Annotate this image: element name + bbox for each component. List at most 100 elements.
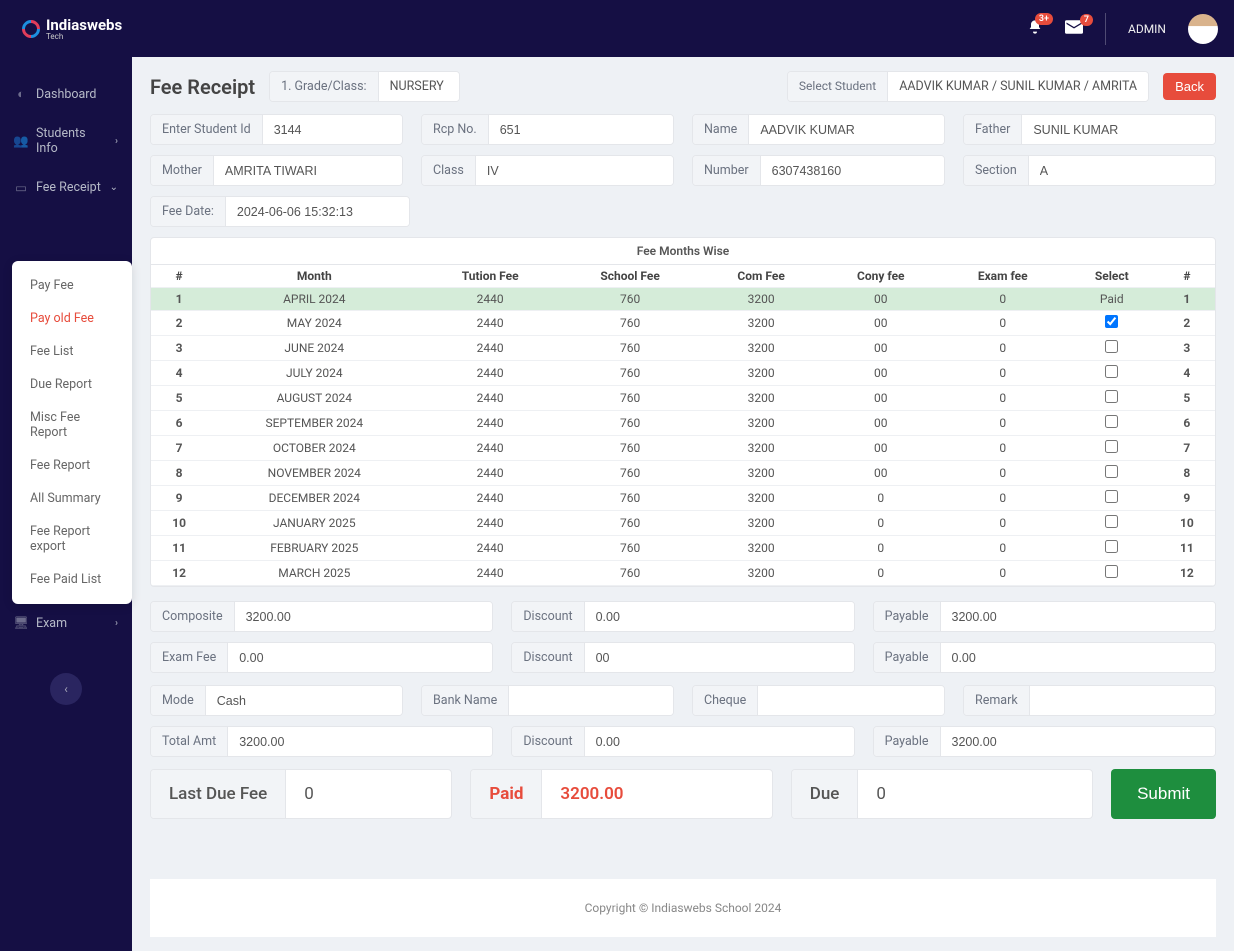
father-input[interactable] xyxy=(1022,115,1215,144)
month-select-checkbox[interactable] xyxy=(1105,315,1118,328)
payable3-label: Payable xyxy=(874,727,941,756)
submenu-fee-list[interactable]: Fee List xyxy=(12,335,132,368)
submenu-misc-fee-report[interactable]: Misc Fee Report xyxy=(12,401,132,449)
table-row: 4JULY 2024244076032000004 xyxy=(151,361,1215,386)
paid-label: Paid xyxy=(471,770,542,818)
number-input[interactable] xyxy=(761,156,944,185)
section-label: Section xyxy=(964,156,1029,185)
total-input[interactable] xyxy=(228,727,492,756)
fee-receipt-submenu: Pay Fee Pay old Fee Fee List Due Report … xyxy=(12,261,132,604)
month-select-checkbox[interactable] xyxy=(1105,490,1118,503)
grade-class-field: 1. Grade/Class: NURSERY xyxy=(269,71,459,102)
select-student-value[interactable]: AADVIK KUMAR / SUNIL KUMAR / AMRITA xyxy=(888,72,1148,101)
logo[interactable]: Indiaswebs Tech xyxy=(16,16,128,41)
month-select-checkbox[interactable] xyxy=(1105,390,1118,403)
nav-fee-receipt[interactable]: ▭ Fee Receipt ⌄ xyxy=(0,168,132,207)
paid-field: Paid 3200.00 xyxy=(470,769,772,819)
table-title: Fee Months Wise xyxy=(151,238,1215,265)
table-header: # xyxy=(151,265,207,288)
submenu-due-report[interactable]: Due Report xyxy=(12,368,132,401)
month-select-checkbox[interactable] xyxy=(1105,365,1118,378)
month-select-checkbox[interactable] xyxy=(1105,415,1118,428)
month-select-checkbox[interactable] xyxy=(1105,465,1118,478)
submenu-fee-paid-list[interactable]: Fee Paid List xyxy=(12,563,132,596)
payable1-input[interactable] xyxy=(941,602,1216,631)
class-label: Class xyxy=(422,156,476,185)
bank-input[interactable] xyxy=(509,686,673,715)
rcp-input[interactable] xyxy=(489,115,673,144)
mode-input[interactable] xyxy=(206,686,402,715)
nav-students-info[interactable]: 👥 Students Info › xyxy=(0,114,132,168)
table-row: 9DECEMBER 202424407603200009 xyxy=(151,486,1215,511)
last-due-field: Last Due Fee 0 xyxy=(150,769,452,819)
submenu-pay-fee[interactable]: Pay Fee xyxy=(12,269,132,302)
due-label: Due xyxy=(792,770,859,818)
submenu-fee-report[interactable]: Fee Report xyxy=(12,449,132,482)
select-student-field: Select Student AADVIK KUMAR / SUNIL KUMA… xyxy=(787,71,1149,102)
submenu-all-summary[interactable]: All Summary xyxy=(12,482,132,515)
name-input[interactable] xyxy=(749,115,944,144)
table-row: 11FEBRUARY 2025244076032000011 xyxy=(151,536,1215,561)
total-label: Total Amt xyxy=(151,727,228,756)
table-row: 5AUGUST 2024244076032000005 xyxy=(151,386,1215,411)
fee-date-input[interactable] xyxy=(226,197,409,226)
mode-label: Mode xyxy=(151,686,206,715)
chevron-down-icon: ⌄ xyxy=(110,182,118,193)
name-label: Name xyxy=(693,115,749,144)
last-due-label: Last Due Fee xyxy=(151,770,286,818)
discount2-label: Discount xyxy=(512,643,584,672)
submit-button[interactable]: Submit xyxy=(1111,769,1216,819)
nav-label: Fee Receipt xyxy=(36,180,101,195)
month-select-checkbox[interactable] xyxy=(1105,565,1118,578)
users-icon: 👥 xyxy=(14,134,28,148)
sidebar: ◐ Dashboard 👥 Students Info › ▭ Fee Rece… xyxy=(0,57,132,951)
payable3-input[interactable] xyxy=(941,727,1216,756)
back-button[interactable]: Back xyxy=(1163,73,1216,100)
page-title: Fee Receipt xyxy=(150,75,255,99)
last-due-value: 0 xyxy=(286,770,451,818)
grade-value[interactable]: NURSERY xyxy=(379,72,459,101)
grade-label: 1. Grade/Class: xyxy=(270,72,378,101)
nav-dashboard[interactable]: ◐ Dashboard xyxy=(0,75,132,114)
month-select-checkbox[interactable] xyxy=(1105,440,1118,453)
discount3-input[interactable] xyxy=(585,727,854,756)
mail-button[interactable]: 7 xyxy=(1065,20,1083,38)
month-select-checkbox[interactable] xyxy=(1105,540,1118,553)
avatar[interactable] xyxy=(1188,14,1218,44)
table-row: 3JUNE 2024244076032000003 xyxy=(151,336,1215,361)
cheque-input[interactable] xyxy=(758,686,944,715)
footer: Copyright © Indiaswebs School 2024 xyxy=(150,879,1216,937)
table-row: 12MARCH 2025244076032000012 xyxy=(151,561,1215,586)
submenu-fee-report-export[interactable]: Fee Report export xyxy=(12,515,132,563)
month-select-checkbox[interactable] xyxy=(1105,515,1118,528)
nav-exam[interactable]: 🖥 Exam › xyxy=(0,604,132,643)
number-label: Number xyxy=(693,156,761,185)
exam-input[interactable] xyxy=(228,643,492,672)
submenu-pay-old-fee[interactable]: Pay old Fee xyxy=(12,302,132,335)
payable2-input[interactable] xyxy=(941,643,1216,672)
exam-label: Exam Fee xyxy=(151,643,228,672)
section-input[interactable] xyxy=(1029,156,1215,185)
collapse-sidebar-button[interactable]: ‹ xyxy=(50,673,82,705)
composite-input[interactable] xyxy=(235,602,493,631)
table-header: Cony fee xyxy=(821,265,941,288)
notifications-button[interactable]: 3+ xyxy=(1027,19,1043,39)
main-content: Fee Receipt 1. Grade/Class: NURSERY Sele… xyxy=(132,57,1234,951)
discount1-input[interactable] xyxy=(585,602,854,631)
student-id-input[interactable] xyxy=(263,115,402,144)
class-input[interactable] xyxy=(476,156,673,185)
paid-value: 3200.00 xyxy=(542,770,771,818)
remark-input[interactable] xyxy=(1030,686,1215,715)
month-select-checkbox[interactable] xyxy=(1105,340,1118,353)
user-name: ADMIN xyxy=(1128,22,1166,36)
remark-label: Remark xyxy=(964,686,1030,715)
discount2-input[interactable] xyxy=(585,643,854,672)
nav-label: Students Info xyxy=(36,126,107,156)
discount1-label: Discount xyxy=(512,602,584,631)
bank-label: Bank Name xyxy=(422,686,509,715)
logo-icon xyxy=(18,16,43,41)
table-header: Select xyxy=(1065,265,1159,288)
composite-label: Composite xyxy=(151,602,235,631)
mother-input[interactable] xyxy=(214,156,402,185)
chevron-right-icon: › xyxy=(115,618,118,629)
